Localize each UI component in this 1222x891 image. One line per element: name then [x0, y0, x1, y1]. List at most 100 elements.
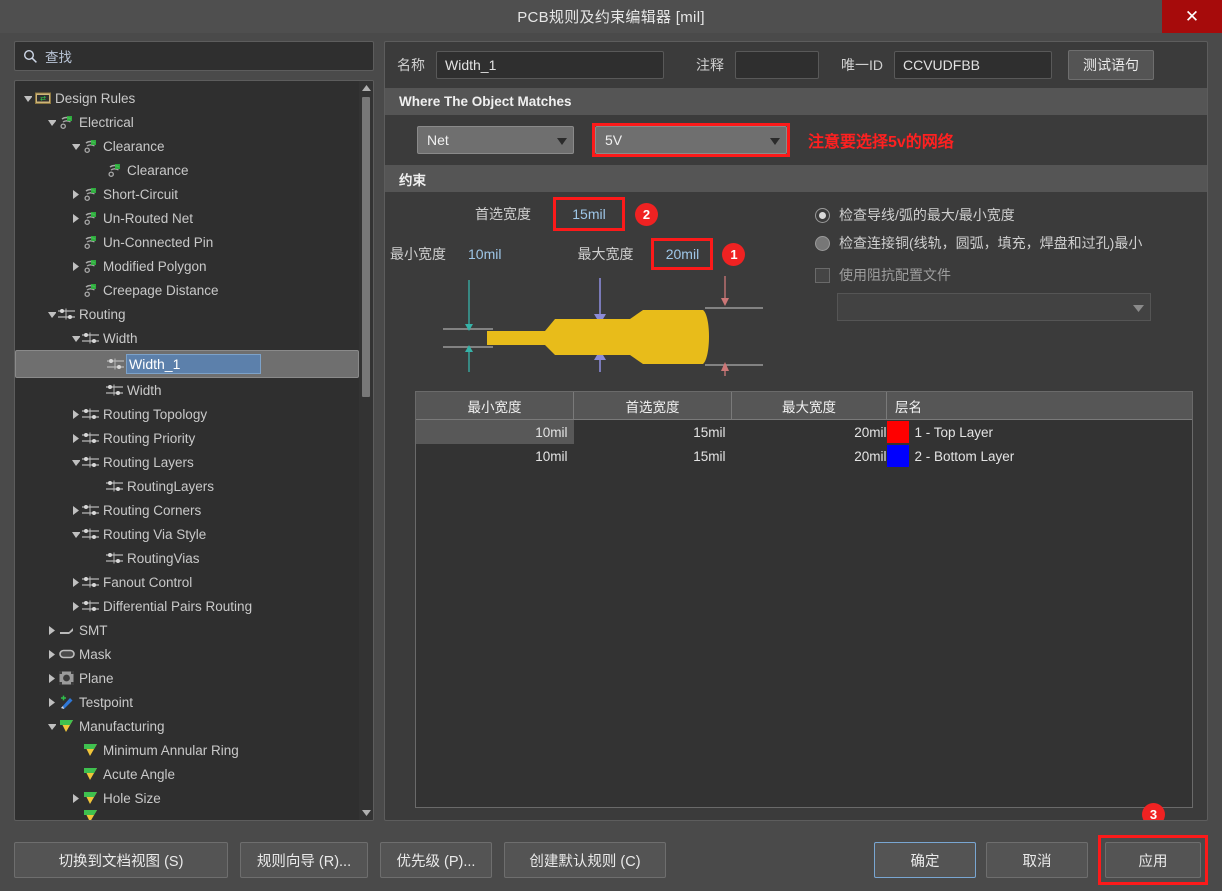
create-default-rules-button[interactable]: 创建默认规则 (C) — [504, 842, 666, 878]
tree-item-un-connected-pin[interactable]: Un-Connected Pin — [15, 230, 359, 254]
tree-item-routing-via-style[interactable]: Routing Via Style — [15, 522, 359, 546]
close-icon[interactable]: ✕ — [1162, 0, 1222, 33]
chevron-down-icon[interactable] — [69, 522, 82, 546]
col-min-width[interactable]: 最小宽度 — [416, 392, 574, 420]
impedance-profile-select[interactable] — [837, 293, 1151, 321]
chevron-right-icon[interactable] — [69, 498, 82, 522]
tree-item-routing-layers[interactable]: Routing Layers — [15, 450, 359, 474]
tree-item-width[interactable]: Width — [15, 326, 359, 350]
tree-item-clearance[interactable]: Clearance — [15, 158, 359, 182]
chevron-right-icon[interactable] — [69, 426, 82, 450]
tree-item-acute-angle[interactable]: Acute Angle — [15, 762, 359, 786]
net-select[interactable]: 5V — [595, 126, 787, 154]
chevron-right-icon[interactable] — [69, 206, 82, 230]
chevron-down-icon[interactable] — [69, 326, 82, 350]
table-row[interactable]: 10mil 15mil 20mil 2 - Bottom Layer — [416, 444, 1192, 468]
chevron-down-icon[interactable] — [45, 110, 58, 134]
tree-item-width[interactable]: Width — [15, 378, 359, 402]
radio-unselected-icon[interactable] — [815, 235, 830, 251]
tree-item-routing-corners[interactable]: Routing Corners — [15, 498, 359, 522]
chevron-right-icon[interactable] — [69, 786, 82, 810]
uid-field[interactable]: CCVUDFBB — [894, 51, 1052, 79]
tree-item-width-1[interactable]: Width_1 — [15, 350, 359, 378]
search-input[interactable]: 查找 — [14, 41, 374, 71]
cell-max-width[interactable]: 20mil — [732, 444, 886, 468]
tree-item-routing-priority[interactable]: Routing Priority — [15, 426, 359, 450]
cancel-button[interactable]: 取消 — [986, 842, 1088, 878]
chevron-down-icon[interactable] — [45, 714, 58, 738]
rules-tree[interactable]: ⇄ Design Rules Electrical Clearance Clearanc… — [14, 80, 374, 821]
max-width-field[interactable]: 20mil — [654, 241, 711, 267]
chevron-right-icon[interactable] — [69, 594, 82, 618]
test-query-button[interactable]: 测试语句 — [1068, 50, 1154, 80]
col-layer-name[interactable]: 层名 — [886, 392, 1192, 420]
chevron-right-icon[interactable] — [45, 618, 58, 642]
chevron-right-icon[interactable] — [69, 570, 82, 594]
ok-button[interactable]: 确定 — [874, 842, 976, 878]
rules-tree-pane: 查找 ⇄ Design Rules Electrical Clearance Clear… — [14, 41, 374, 829]
tree-item-manufacturing[interactable]: Manufacturing — [15, 714, 359, 738]
chevron-down-icon[interactable] — [21, 86, 34, 110]
width-rules-table[interactable]: 最小宽度 首选宽度 最大宽度 层名 10mil 15mil 20mil 1 - Top… — [415, 391, 1193, 808]
tree-item-mask[interactable]: Mask — [15, 642, 359, 666]
comment-field[interactable] — [735, 51, 819, 79]
tree-item-electrical[interactable]: Electrical — [15, 110, 359, 134]
routing-icon — [82, 454, 99, 471]
tree-item-design-rules[interactable]: ⇄ Design Rules — [15, 86, 359, 110]
tree-item-fanout-control[interactable]: Fanout Control — [15, 570, 359, 594]
chevron-right-icon[interactable] — [69, 182, 82, 206]
chevron-down-icon[interactable] — [69, 450, 82, 474]
chevron-down-icon[interactable] — [45, 302, 58, 326]
cell-max-width[interactable]: 20mil — [732, 420, 886, 445]
cell-min-width[interactable]: 10mil — [416, 419, 574, 444]
scroll-down-icon[interactable] — [359, 806, 373, 820]
tree-item-smt[interactable]: SMT — [15, 618, 359, 642]
col-max-width[interactable]: 最大宽度 — [731, 392, 887, 420]
tree-item-routingvias[interactable]: RoutingVias — [15, 546, 359, 570]
min-width-value[interactable]: 10mil — [468, 246, 501, 262]
scroll-up-icon[interactable] — [359, 81, 373, 95]
tree-scrollbar-thumb[interactable] — [362, 97, 370, 397]
testpoint-icon — [58, 694, 75, 711]
tree-item-differential-pairs-routing[interactable]: Differential Pairs Routing — [15, 594, 359, 618]
chevron-right-icon[interactable] — [45, 666, 58, 690]
tree-item-hole-size[interactable]: Hole Size — [15, 786, 359, 810]
tree-item-plane[interactable]: Plane — [15, 666, 359, 690]
impedance-profile-checkbox-row[interactable]: 使用阻抗配置文件 — [815, 260, 1207, 290]
tree-item-routing-topology[interactable]: Routing Topology — [15, 402, 359, 426]
cell-layer[interactable]: 1 - Top Layer — [886, 420, 1193, 445]
chevron-right-icon[interactable] — [45, 642, 58, 666]
cell-preferred-width[interactable]: 15mil — [574, 420, 732, 445]
scope-select[interactable]: Net — [417, 126, 574, 154]
tree-item-routinglayers[interactable]: RoutingLayers — [15, 474, 359, 498]
col-preferred-width[interactable]: 首选宽度 — [573, 392, 732, 420]
radio-selected-icon[interactable] — [815, 207, 830, 223]
tree-scrollbar[interactable] — [359, 81, 373, 820]
cell-min-width[interactable]: 10mil — [416, 444, 574, 468]
check-wire-arc-option[interactable]: 检查导线/弧的最大/最小宽度 — [815, 202, 1207, 228]
cell-preferred-width[interactable]: 15mil — [574, 444, 732, 468]
tree-item-testpoint[interactable]: Testpoint — [15, 690, 359, 714]
chevron-right-icon[interactable] — [45, 690, 58, 714]
chevron-down-icon[interactable] — [69, 134, 82, 158]
chevron-right-icon[interactable] — [69, 254, 82, 278]
check-connected-copper-option[interactable]: 检查连接铜(线轨，圆弧，填充，焊盘和过孔)最小 — [815, 228, 1207, 258]
tree-item-routing[interactable]: Routing — [15, 302, 359, 326]
table-row[interactable]: 10mil 15mil 20mil 1 - Top Layer — [416, 419, 1193, 445]
name-field[interactable]: Width_1 — [436, 51, 664, 79]
tree-item-creepage-distance[interactable]: Creepage Distance — [15, 278, 359, 302]
tree-item-modified-polygon[interactable]: Modified Polygon — [15, 254, 359, 278]
chevron-right-icon[interactable] — [69, 402, 82, 426]
preferred-width-field[interactable]: 15mil — [556, 200, 622, 228]
rule-wizard-button[interactable]: 规则向导 (R)... — [240, 842, 368, 878]
tree-item-un-routed-net[interactable]: Un-Routed Net — [15, 206, 359, 230]
switch-to-document-view-button[interactable]: 切换到文档视图 (S) — [14, 842, 228, 878]
tree-item-minimum-annular-ring[interactable]: Minimum Annular Ring — [15, 738, 359, 762]
checkbox-unchecked-icon[interactable] — [815, 267, 830, 283]
priority-button[interactable]: 优先级 (P)... — [380, 842, 492, 878]
cell-layer[interactable]: 2 - Bottom Layer — [886, 444, 1193, 468]
tree-item-partial[interactable] — [15, 810, 359, 820]
apply-button[interactable]: 应用 — [1105, 842, 1201, 878]
tree-item-clearance[interactable]: Clearance — [15, 134, 359, 158]
tree-item-short-circuit[interactable]: Short-Circuit — [15, 182, 359, 206]
